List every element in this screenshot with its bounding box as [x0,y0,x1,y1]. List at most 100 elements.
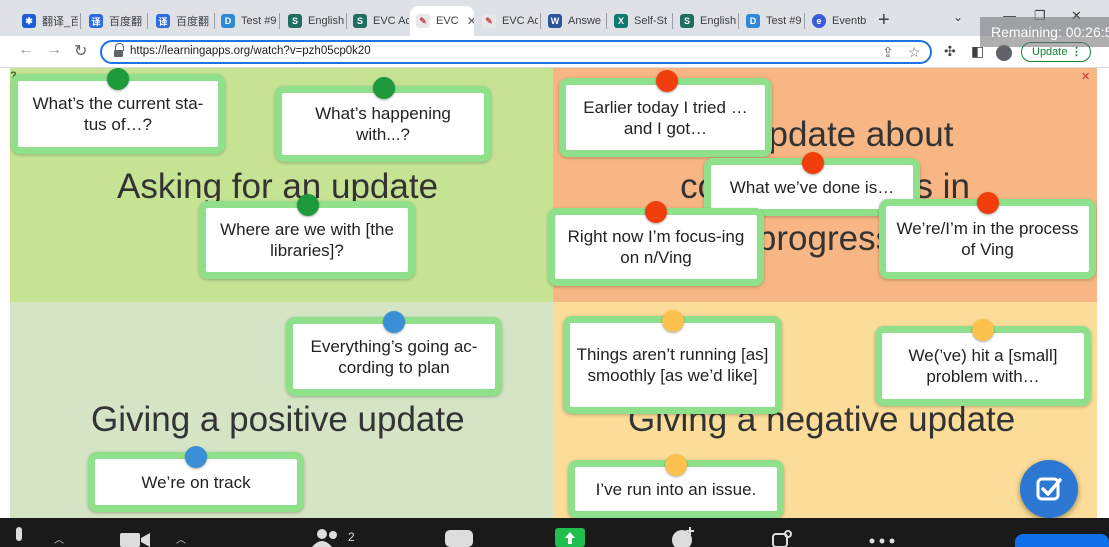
pin-green [373,77,395,99]
chat-icon[interactable] [445,530,473,547]
tab-separator [279,13,280,29]
pin-blue [383,311,405,333]
tab-label: 百度翻 [109,16,142,28]
card-text: Where are we with [the libraries]? [220,220,394,260]
sharepoint-icon: S [288,14,302,28]
tab-8[interactable]: W Answe [542,6,604,36]
video-camera-icon[interactable] [120,531,152,547]
tab-label: English [700,15,736,27]
tab-separator [738,13,739,29]
forward-arrow-icon[interactable]: → [46,41,62,59]
tab-2[interactable]: 译 百度翻 [150,6,212,36]
pin-blue [185,446,207,468]
word-icon: W [548,14,562,28]
test-site-icon: D [746,14,760,28]
tab-separator [147,13,148,29]
card-text: We(’ve) hit a [small] problem with… [908,346,1058,386]
video-options-chevron-icon[interactable]: ︿ [176,531,186,546]
screen: ✱ 翻译_百 译 百度翻 译 百度翻 D Test #9 S English S… [0,0,1109,547]
tab-label: EVC Ac [373,15,409,27]
tab-separator [606,13,607,29]
excel-icon: X [614,14,628,28]
url-text[interactable]: https://learningapps.org/watch?v=pzh05cp… [130,45,371,57]
remaining-timer: Remaining: 00:26:5 [980,17,1109,47]
card-text: What’s the current sta-tus of…? [32,94,204,134]
browser-tab-strip: ✱ 翻译_百 译 百度翻 译 百度翻 D Test #9 S English S… [0,0,1109,36]
tab-label: Test #9 [241,15,277,27]
tab-label: Answe [568,15,602,27]
zoom-meeting-controls: ︿ ︿ 2 [0,518,1109,547]
back-arrow-icon[interactable]: ← [18,41,34,59]
card-text: Right now I’m focus-ing on n/Ving [567,227,745,267]
tab-11[interactable]: D Test #9 [740,6,802,36]
tab-7[interactable]: ✎ EVC Ac [476,6,538,36]
microphone-icon[interactable] [12,527,26,547]
tab-6-active[interactable]: ✎ EVC ✕ [410,6,474,36]
learningapps-board: Asking for an update An update about com… [0,68,1109,518]
tab-10[interactable]: S English [674,6,736,36]
share-screen-icon[interactable] [555,528,585,547]
card-text: What we’ve done is… [729,177,895,197]
tab-label: EVC Ac [502,15,538,27]
check-answer-button[interactable] [1020,460,1078,518]
pin-green [107,68,129,90]
check-icon [1036,477,1062,501]
update-label: Update [1032,46,1068,58]
reactions-icon[interactable] [671,527,697,547]
bookmark-star-icon[interactable]: ☆ [908,44,921,61]
reload-icon[interactable]: ↻ [74,41,87,61]
tab-9[interactable]: X Self-St [608,6,670,36]
tab-label: 翻译_百 [42,16,78,28]
tab-search-chevron-icon[interactable]: ⌄ [953,10,963,24]
participants-icon[interactable] [312,529,342,547]
tab-label: English [308,15,344,27]
browser-toolbar: ← → ↻ https://learningapps.org/watch?v=p… [0,36,1109,68]
share-icon[interactable]: ⇪ [882,44,894,61]
tab-label: 百度翻 [176,16,209,28]
new-tab-button[interactable]: + [878,9,890,32]
audio-options-chevron-icon[interactable]: ︿ [54,531,64,546]
tab-5[interactable]: S EVC Ac [347,6,409,36]
sharepoint-icon: S [680,14,694,28]
apps-icon[interactable] [772,529,794,547]
tab-label: Eventb [832,15,867,27]
tab-label: EVC [436,15,459,27]
tab-4[interactable]: S English [282,6,344,36]
fullscreen-icon[interactable]: ✕ [1081,70,1090,83]
end-meeting-button[interactable] [1015,534,1109,547]
tab-0[interactable]: ✱ 翻译_百 [16,6,78,36]
quadrant-title: Giving a positive update [91,400,465,439]
tab-12[interactable]: e Eventb [806,6,868,36]
card-text: Earlier today I tried … and I got… [583,97,748,138]
tab-label: Test #9 [766,15,802,27]
lock-icon [114,43,124,57]
tab-separator [80,13,81,29]
extensions-puzzle-icon[interactable]: ✣ [944,43,956,60]
card-text: Everything’s going ac-cording to plan [310,336,478,377]
pin-yellow [972,319,994,341]
learningapps-icon: ✎ [482,14,496,28]
card-text: We’re on track [141,472,251,492]
close-tab-icon[interactable]: ✕ [467,14,474,28]
eventbrite-icon: e [812,14,826,28]
pin-yellow [665,454,687,476]
tab-separator [804,13,805,29]
pin-red [656,70,678,92]
participants-count: 2 [348,530,355,544]
baidu-translate-icon: 译 [89,14,103,28]
card-text: Things aren’t running [as] smoothly [as … [576,345,769,385]
profile-avatar-icon[interactable] [996,45,1012,61]
card-text: What’s happening with...? [315,104,451,144]
baidu-translate-icon: ✱ [22,14,36,28]
tab-separator [540,13,541,29]
pin-red [802,152,824,174]
learningapps-icon: ✎ [416,14,430,28]
address-bar[interactable]: https://learningapps.org/watch?v=pzh05cp… [100,40,932,64]
tab-label: Self-St [634,15,668,27]
tab-1[interactable]: 译 百度翻 [83,6,145,36]
pin-red [977,192,999,214]
more-options-icon[interactable] [869,538,895,544]
tab-3[interactable]: D Test #9 [215,6,277,36]
sharepoint-icon: S [353,14,367,28]
pin-green [297,194,319,216]
